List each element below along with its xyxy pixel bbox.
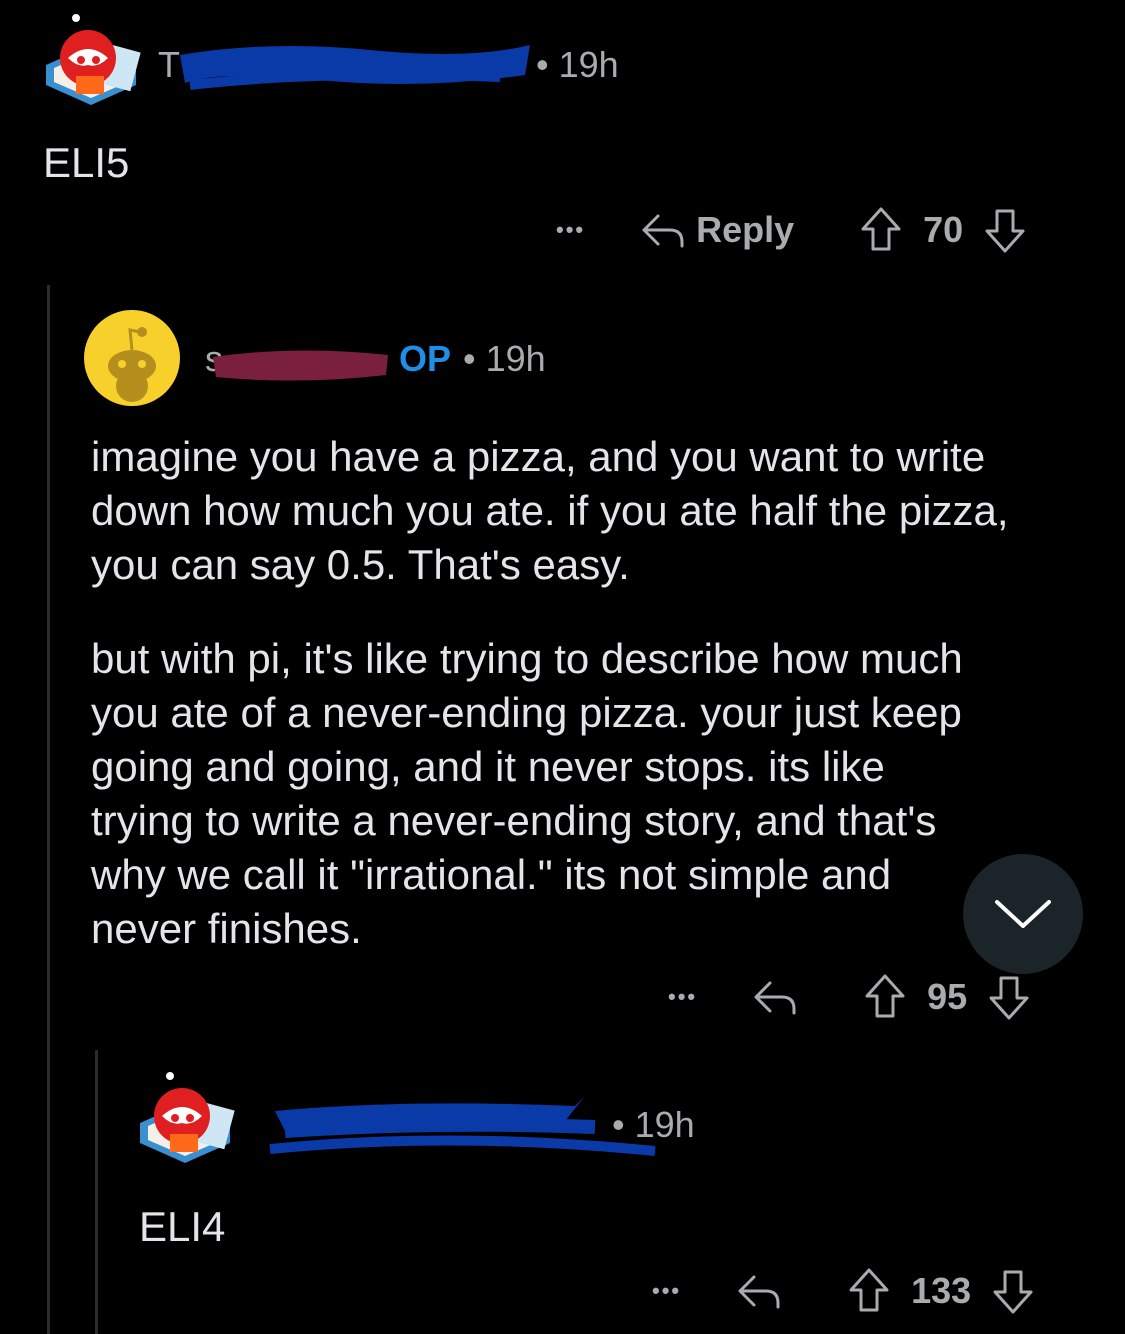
reply-icon[interactable] [640,210,686,250]
reply-button[interactable]: Reply [696,209,794,251]
upvote-icon[interactable] [863,972,907,1022]
vote-count: 95 [927,976,968,1017]
avatar-snoo-red-icon[interactable] [130,1068,240,1168]
redacted-username-scribble [255,1096,656,1156]
scroll-down-button[interactable] [963,854,1083,974]
more-icon[interactable]: ••• [652,1278,681,1304]
downvote-icon[interactable] [983,205,1027,255]
comment-time: • 19h [536,44,619,85]
redacted-username-scribble [180,45,530,90]
avatar-snoo-red-icon[interactable] [36,10,146,110]
comment-paragraph-2: but with pi, it's like trying to describ… [91,635,963,952]
comment-paragraph-1: imagine you have a pizza, and you want t… [91,433,1009,588]
redacted-username-scribble [213,341,393,381]
downvote-icon[interactable] [991,1266,1035,1316]
more-icon[interactable]: ••• [556,217,585,243]
comment-actions: ••• Reply 70 [556,205,1027,255]
vote-count: 133 [911,1270,972,1311]
comment-time: • 19h [463,338,546,379]
comment-actions: ••• 95 [668,972,1031,1022]
comment-2: s OP • 19h imagine you have a pizza, and… [0,300,1125,1030]
chevron-down-icon [993,896,1053,932]
more-icon[interactable]: ••• [668,984,697,1010]
upvote-icon[interactable] [847,1266,891,1316]
upvote-icon[interactable] [859,205,903,255]
downvote-icon[interactable] [987,972,1031,1022]
avatar-snoo-yellow-icon[interactable] [82,308,182,408]
reply-icon[interactable] [752,977,798,1017]
comment-text: ELI5 [43,139,130,186]
reply-icon[interactable] [736,1271,782,1311]
comment-3: • 19h ELI4 ••• 133 [0,1060,1125,1334]
comment-body: imagine you have a pizza, and you want t… [91,430,1081,956]
comment-1: T • 19h ELI5 ••• Reply 70 [0,0,1125,280]
comment-actions: ••• 133 [652,1266,1035,1316]
comment-text: ELI4 [139,1203,226,1250]
op-badge: OP [399,338,452,379]
vote-count: 70 [923,209,964,250]
